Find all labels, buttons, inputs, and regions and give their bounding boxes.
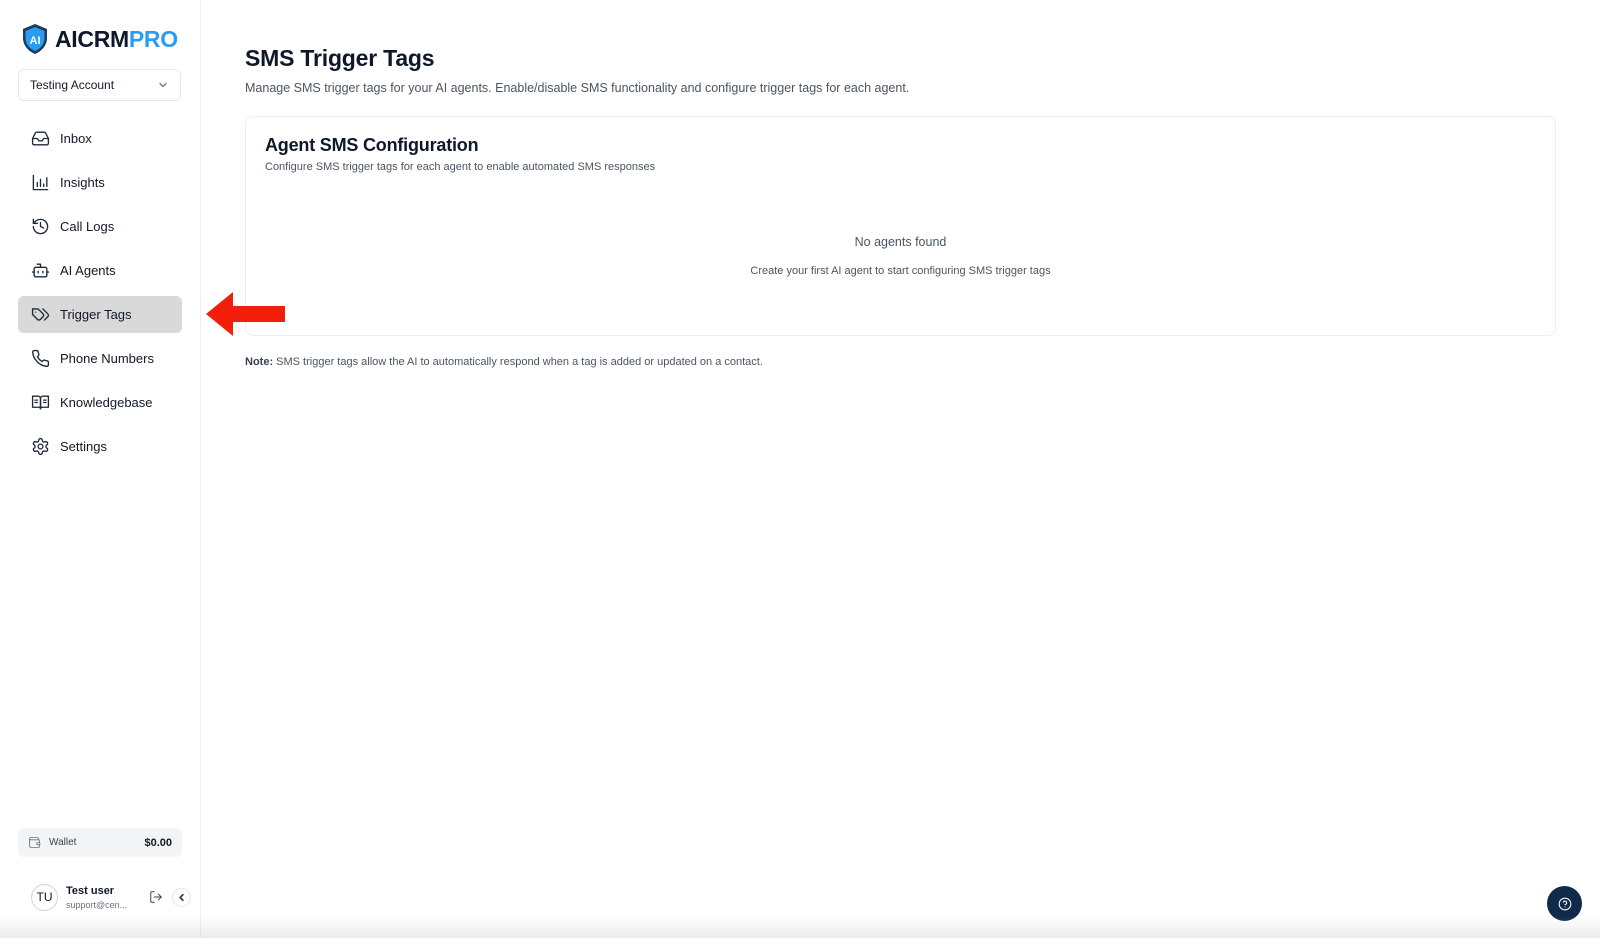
history-icon — [32, 218, 49, 235]
sidebar-item-label: AI Agents — [60, 263, 116, 278]
user-profile: TU Test user support@cen... — [18, 876, 194, 918]
note-label: Note: — [245, 356, 274, 368]
brand-logo[interactable]: AI AICRMPRO — [21, 23, 178, 55]
page-title: SMS Trigger Tags — [245, 45, 435, 71]
sidebar-item-settings[interactable]: Settings — [18, 428, 182, 465]
sidebar-item-label: Settings — [60, 439, 107, 454]
card-description: Configure SMS trigger tags for each agen… — [265, 161, 656, 173]
card-title: Agent SMS Configuration — [265, 135, 479, 155]
brand-name-accent: PRO — [128, 25, 178, 52]
user-name: Test user — [66, 884, 115, 897]
inbox-icon — [31, 131, 50, 146]
app-root: AI AICRMPRO Testing Account Inbox Insigh… — [0, 0, 1600, 938]
sidebar-item-ai-agents[interactable]: AI Agents — [18, 252, 182, 289]
phone-icon — [32, 349, 50, 368]
agent-sms-configuration-card: Agent SMS Configuration Configure SMS tr… — [245, 116, 1556, 336]
wallet-balance[interactable]: Wallet $0.00 — [18, 828, 182, 857]
sidebar: AI AICRMPRO Testing Account Inbox Insigh… — [0, 0, 201, 938]
sidebar-item-trigger-tags[interactable]: Trigger Tags — [18, 296, 182, 333]
shield-logo-icon: AI — [23, 24, 47, 54]
account-select[interactable]: Testing Account — [18, 69, 181, 101]
wallet-icon — [29, 837, 41, 848]
sidebar-item-label: Call Logs — [60, 219, 115, 234]
brand-name: AICRMPRO — [55, 26, 178, 53]
logout-button[interactable] — [148, 889, 164, 905]
help-button[interactable] — [1547, 886, 1582, 921]
help-circle-icon — [1558, 897, 1571, 910]
avatar[interactable]: TU — [31, 883, 58, 911]
empty-state-description: Create your first AI agent to start conf… — [750, 265, 1051, 277]
gear-icon — [32, 437, 49, 456]
sidebar-item-label: Knowledgebase — [60, 395, 153, 410]
user-email: support@cen... — [66, 899, 128, 910]
main-content: SMS Trigger Tags Manage SMS trigger tags… — [201, 0, 1600, 938]
brand-name-main: AICRM — [55, 25, 129, 52]
sidebar-item-label: Insights — [60, 175, 105, 190]
annotation-arrow-icon — [206, 292, 285, 336]
bar-chart-icon — [32, 174, 49, 191]
account-select-value: Testing Account — [30, 78, 115, 92]
wallet-label: Wallet — [49, 837, 77, 848]
bot-icon — [31, 263, 50, 278]
wallet-label-group: Wallet — [28, 836, 76, 849]
book-icon — [31, 395, 50, 410]
sidebar-item-inbox[interactable]: Inbox — [18, 120, 182, 157]
sidebar-item-insights[interactable]: Insights — [18, 164, 182, 201]
sidebar-item-phone-numbers[interactable]: Phone Numbers — [18, 340, 182, 377]
sidebar-item-label: Phone Numbers — [60, 351, 154, 366]
note-text: Note: SMS trigger tags allow the AI to a… — [245, 356, 763, 368]
svg-text:AI: AI — [30, 35, 41, 47]
empty-state-title: No agents found — [854, 235, 947, 249]
page-subtitle: Manage SMS trigger tags for your AI agen… — [245, 81, 910, 95]
user-info: Test user support@cen... — [66, 885, 136, 910]
sidebar-item-call-logs[interactable]: Call Logs — [18, 208, 182, 245]
chevron-down-icon — [159, 82, 167, 88]
sidebar-item-knowledgebase[interactable]: Knowledgebase — [18, 384, 182, 421]
sidebar-nav: Inbox Insights Call Logs AI Agents Trigg… — [18, 120, 182, 472]
collapse-sidebar-button[interactable] — [172, 887, 191, 907]
sidebar-item-label: Trigger Tags — [60, 307, 132, 322]
chevron-left-icon — [179, 893, 184, 901]
tags-icon — [31, 308, 50, 321]
note-body: SMS trigger tags allow the AI to automat… — [273, 356, 763, 368]
wallet-amount: $0.00 — [144, 836, 172, 849]
logout-icon — [150, 891, 162, 903]
sidebar-item-label: Inbox — [60, 131, 92, 146]
